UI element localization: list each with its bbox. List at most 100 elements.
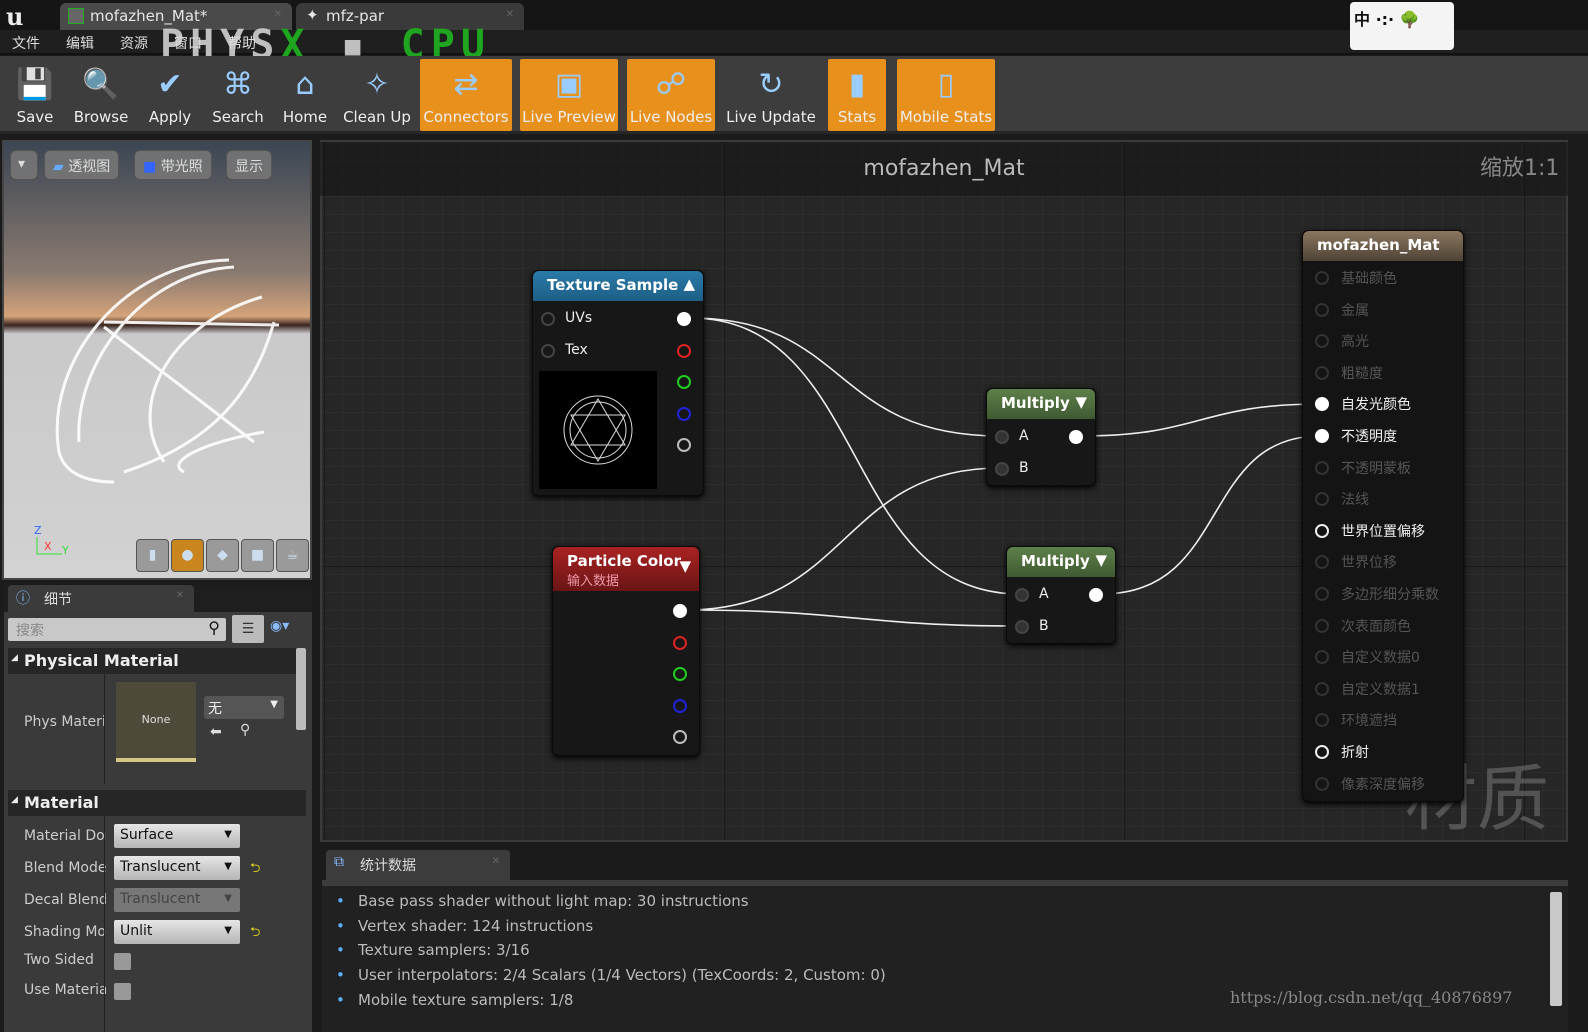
- result-input-pin[interactable]: [1315, 523, 1329, 538]
- result-input-pin[interactable]: [1315, 776, 1329, 791]
- property-combo[interactable]: Unlit: [114, 920, 240, 944]
- collapse-arrow-icon[interactable]: ▼: [1095, 551, 1107, 569]
- toolbar-label: Live Nodes: [629, 108, 713, 126]
- result-input-pin[interactable]: [1315, 492, 1329, 507]
- phys-material-combo[interactable]: 无 ▼: [204, 696, 284, 719]
- a-input-pin[interactable]: [1015, 588, 1029, 602]
- texture-sample-node[interactable]: Texture Sample ▲ UVs Tex: [532, 270, 704, 496]
- toolbar-connectors-button[interactable]: ⇄ Connectors: [420, 59, 512, 131]
- material-category[interactable]: ◢ Material: [8, 790, 306, 816]
- property-checkbox[interactable]: [114, 983, 131, 1000]
- toolbar-browse-button[interactable]: 🔍 Browse: [68, 59, 134, 131]
- menu-edit[interactable]: 编辑: [66, 33, 94, 53]
- property-combo[interactable]: Translucent: [114, 856, 240, 880]
- output-pin[interactable]: [1069, 430, 1083, 444]
- axis-y-label: Y: [61, 544, 69, 557]
- tex-input-pin[interactable]: [541, 344, 555, 358]
- b-input-pin[interactable]: [995, 462, 1009, 476]
- result-input-pin[interactable]: [1315, 334, 1329, 349]
- b-output-pin[interactable]: [677, 407, 691, 421]
- cylinder-preview-button[interactable]: ▮: [136, 539, 169, 572]
- rgb-output-pin[interactable]: [673, 604, 687, 618]
- result-input-pin[interactable]: [1315, 618, 1329, 633]
- visibility-button[interactable]: ◉▾: [270, 618, 289, 634]
- teapot-preview-button[interactable]: ☕: [276, 539, 309, 572]
- close-icon[interactable]: ✕: [176, 590, 184, 601]
- details-scrollbar[interactable]: [296, 648, 306, 730]
- close-icon[interactable]: ✕: [274, 9, 282, 20]
- multiply-node-1[interactable]: Multiply ▼ A B: [986, 388, 1096, 486]
- stats-scrollbar[interactable]: [1550, 892, 1562, 1006]
- mobile-stats-icon: ▯: [937, 67, 955, 102]
- b-output-pin[interactable]: [673, 699, 687, 713]
- unreal-logo-icon[interactable]: u: [6, 2, 23, 31]
- result-input-pin[interactable]: [1315, 365, 1329, 380]
- result-input-pin[interactable]: [1315, 555, 1329, 570]
- particle-color-node[interactable]: Particle Color 输入数据 ▼: [552, 546, 700, 756]
- output-pin[interactable]: [1089, 588, 1103, 602]
- toolbar-apply-button[interactable]: ✔ Apply: [138, 59, 202, 131]
- toolbar-search-button[interactable]: ⌘ Search: [206, 59, 270, 131]
- stats-tab-label: 统计数据: [360, 858, 416, 874]
- toolbar-live-update-button[interactable]: ↻ Live Update: [720, 59, 822, 131]
- a-input-pin[interactable]: [995, 430, 1009, 444]
- collapse-arrow-icon[interactable]: ▼: [679, 557, 691, 575]
- result-input-pin[interactable]: [1315, 271, 1329, 285]
- g-output-pin[interactable]: [677, 375, 691, 389]
- stats-tab[interactable]: ⧉ 统计数据 ✕: [326, 850, 510, 880]
- g-output-pin[interactable]: [673, 667, 687, 681]
- close-icon[interactable]: ✕: [492, 856, 500, 867]
- a-output-pin[interactable]: [677, 438, 691, 452]
- uvs-input-pin[interactable]: [541, 312, 555, 326]
- material-result-node[interactable]: mofazhen_Mat 基础颜色 金属 高光 粗糙度 自发光颜色 不透明度 不透明蒙板 法线…: [1302, 230, 1464, 802]
- preview-viewport[interactable]: ▾ ▰ 透视图 ■ 带光照 显示 Z X Y ▮ ● ◆ ■ ☕: [2, 140, 312, 580]
- toolbar-live-preview-button[interactable]: ▣ Live Preview: [520, 59, 618, 131]
- menu-asset[interactable]: 资源: [120, 33, 148, 53]
- menu-window[interactable]: 窗口: [174, 33, 202, 53]
- view-options-button[interactable]: ☰: [232, 615, 264, 643]
- menu-help[interactable]: 帮助: [228, 33, 256, 53]
- result-input-pin[interactable]: [1315, 713, 1329, 728]
- property-combo[interactable]: Surface: [114, 824, 240, 848]
- menu-file[interactable]: 文件: [12, 33, 40, 53]
- toolbar-live-nodes-button[interactable]: ☍ Live Nodes: [627, 59, 715, 131]
- reset-to-default-icon[interactable]: ⮌: [250, 859, 260, 881]
- toolbar-stats-button[interactable]: ▮ Stats: [828, 59, 886, 131]
- toolbar-home-button[interactable]: ⌂ Home: [274, 59, 336, 131]
- physical-material-category[interactable]: ◢ Physical Material: [8, 648, 306, 674]
- r-output-pin[interactable]: [673, 636, 687, 650]
- b-input-pin[interactable]: [1015, 620, 1029, 634]
- result-input-pin[interactable]: [1315, 429, 1329, 443]
- close-icon[interactable]: ✕: [506, 9, 514, 20]
- collapse-arrow-icon[interactable]: ▼: [1075, 393, 1087, 411]
- rgb-output-pin[interactable]: [677, 312, 691, 326]
- details-search-input[interactable]: 搜索 ⚲: [8, 618, 226, 641]
- result-input-pin[interactable]: [1315, 460, 1329, 475]
- toolbar-clean-up-button[interactable]: ✧ Clean Up: [340, 59, 414, 131]
- property-checkbox[interactable]: [114, 953, 131, 970]
- stats-line: User interpolators: 2/4 Scalars (1/4 Vec…: [336, 966, 886, 984]
- toolbar-save-button[interactable]: 💾 Save: [4, 59, 66, 131]
- sphere-preview-button[interactable]: ●: [171, 539, 204, 572]
- toolbar-mobile-stats-button[interactable]: ▯ Mobile Stats: [897, 59, 995, 131]
- r-output-pin[interactable]: [677, 344, 691, 358]
- cube-preview-button[interactable]: ■: [241, 539, 274, 572]
- details-tab[interactable]: ⓘ 细节 ✕: [8, 585, 194, 613]
- use-selected-arrow-icon[interactable]: ⬅: [210, 724, 222, 740]
- tab-mfz-par[interactable]: ✦ mfz-par ✕: [296, 3, 524, 30]
- reset-to-default-icon[interactable]: ⮌: [250, 923, 260, 945]
- browse-search-icon[interactable]: ⚲: [240, 722, 250, 738]
- result-input-pin[interactable]: [1315, 302, 1329, 317]
- plane-preview-button[interactable]: ◆: [206, 539, 239, 572]
- result-input-pin[interactable]: [1315, 397, 1329, 412]
- result-input-pin[interactable]: [1315, 650, 1329, 665]
- multiply-node-2[interactable]: Multiply ▼ A B: [1006, 546, 1116, 644]
- result-input-pin[interactable]: [1315, 587, 1329, 601]
- result-input-pin[interactable]: [1315, 681, 1329, 696]
- pin-label: A: [1019, 428, 1029, 444]
- phys-material-thumbnail[interactable]: None: [116, 682, 196, 762]
- result-input-pin[interactable]: [1315, 745, 1329, 759]
- a-output-pin[interactable]: [673, 730, 687, 744]
- tab-mofazhen-mat[interactable]: mofazhen_Mat* ✕: [60, 3, 292, 30]
- collapse-arrow-icon[interactable]: ▲: [683, 275, 695, 293]
